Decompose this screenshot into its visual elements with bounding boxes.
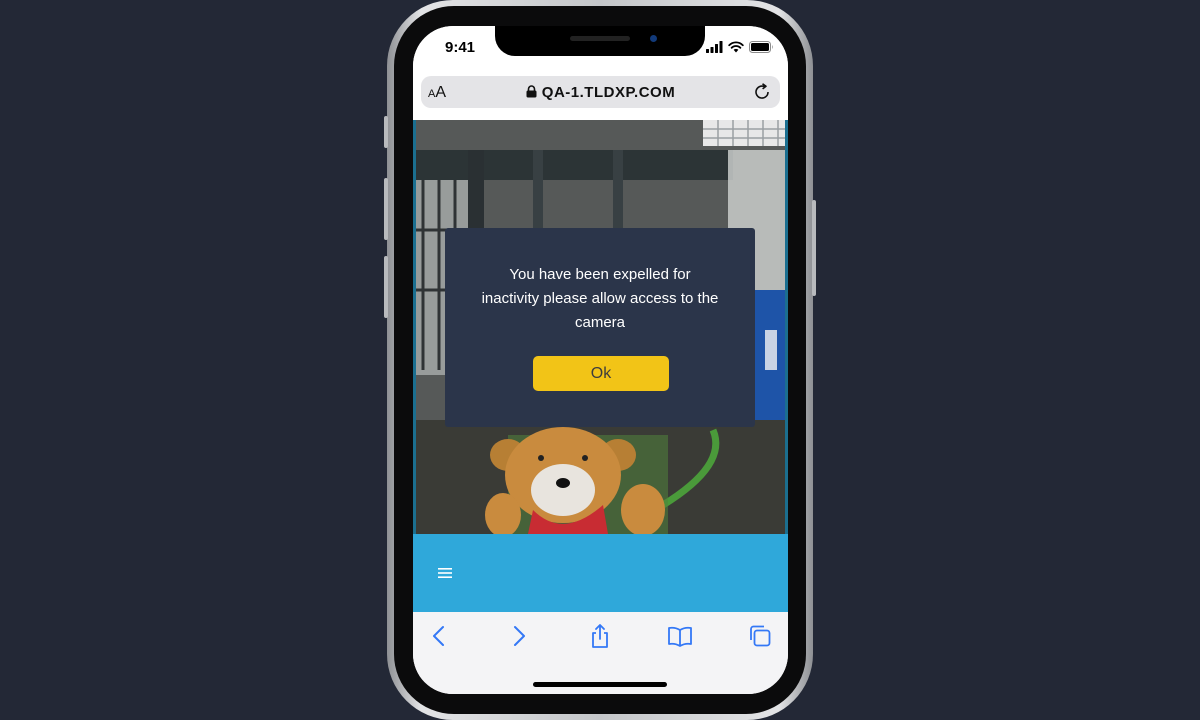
browser-address-area: AA QA-1.TLDXP.COM (413, 72, 788, 120)
home-indicator[interactable] (533, 682, 667, 687)
expelled-dialog: You have been expelled for inactivity pl… (445, 228, 755, 427)
front-camera (650, 35, 657, 42)
notch (495, 26, 705, 56)
silent-switch (384, 116, 388, 148)
volume-up-button (384, 178, 388, 240)
status-icons (706, 40, 774, 54)
status-time: 9:41 (445, 39, 476, 56)
speaker (570, 36, 630, 41)
phone-screen: 9:41 AA QA-1.TLDXP.COM You have been exp… (413, 26, 788, 694)
wifi-icon (728, 41, 744, 53)
hamburger-menu-icon[interactable] (437, 566, 453, 580)
signal-icon (706, 41, 723, 53)
dialog-message: You have been expelled for inactivity pl… (481, 266, 719, 331)
volume-down-button (384, 256, 388, 318)
bookmarks-icon[interactable] (667, 623, 693, 649)
forward-icon[interactable] (506, 623, 532, 649)
camera-video-feed: You have been expelled for inactivity pl… (413, 120, 788, 534)
app-nav-bar (413, 534, 788, 612)
url-text: QA-1.TLDXP.COM (541, 84, 676, 101)
status-bar: 9:41 (413, 26, 788, 72)
power-button (812, 200, 816, 296)
back-icon[interactable] (426, 623, 452, 649)
ok-button[interactable]: Ok (533, 356, 669, 391)
share-icon[interactable] (587, 623, 613, 649)
battery-icon (749, 41, 773, 53)
tabs-icon[interactable] (747, 623, 773, 649)
lock-icon (526, 85, 537, 98)
url-display[interactable]: QA-1.TLDXP.COM (421, 84, 780, 101)
address-bar[interactable]: AA QA-1.TLDXP.COM (421, 76, 780, 108)
reload-icon[interactable] (752, 82, 772, 102)
